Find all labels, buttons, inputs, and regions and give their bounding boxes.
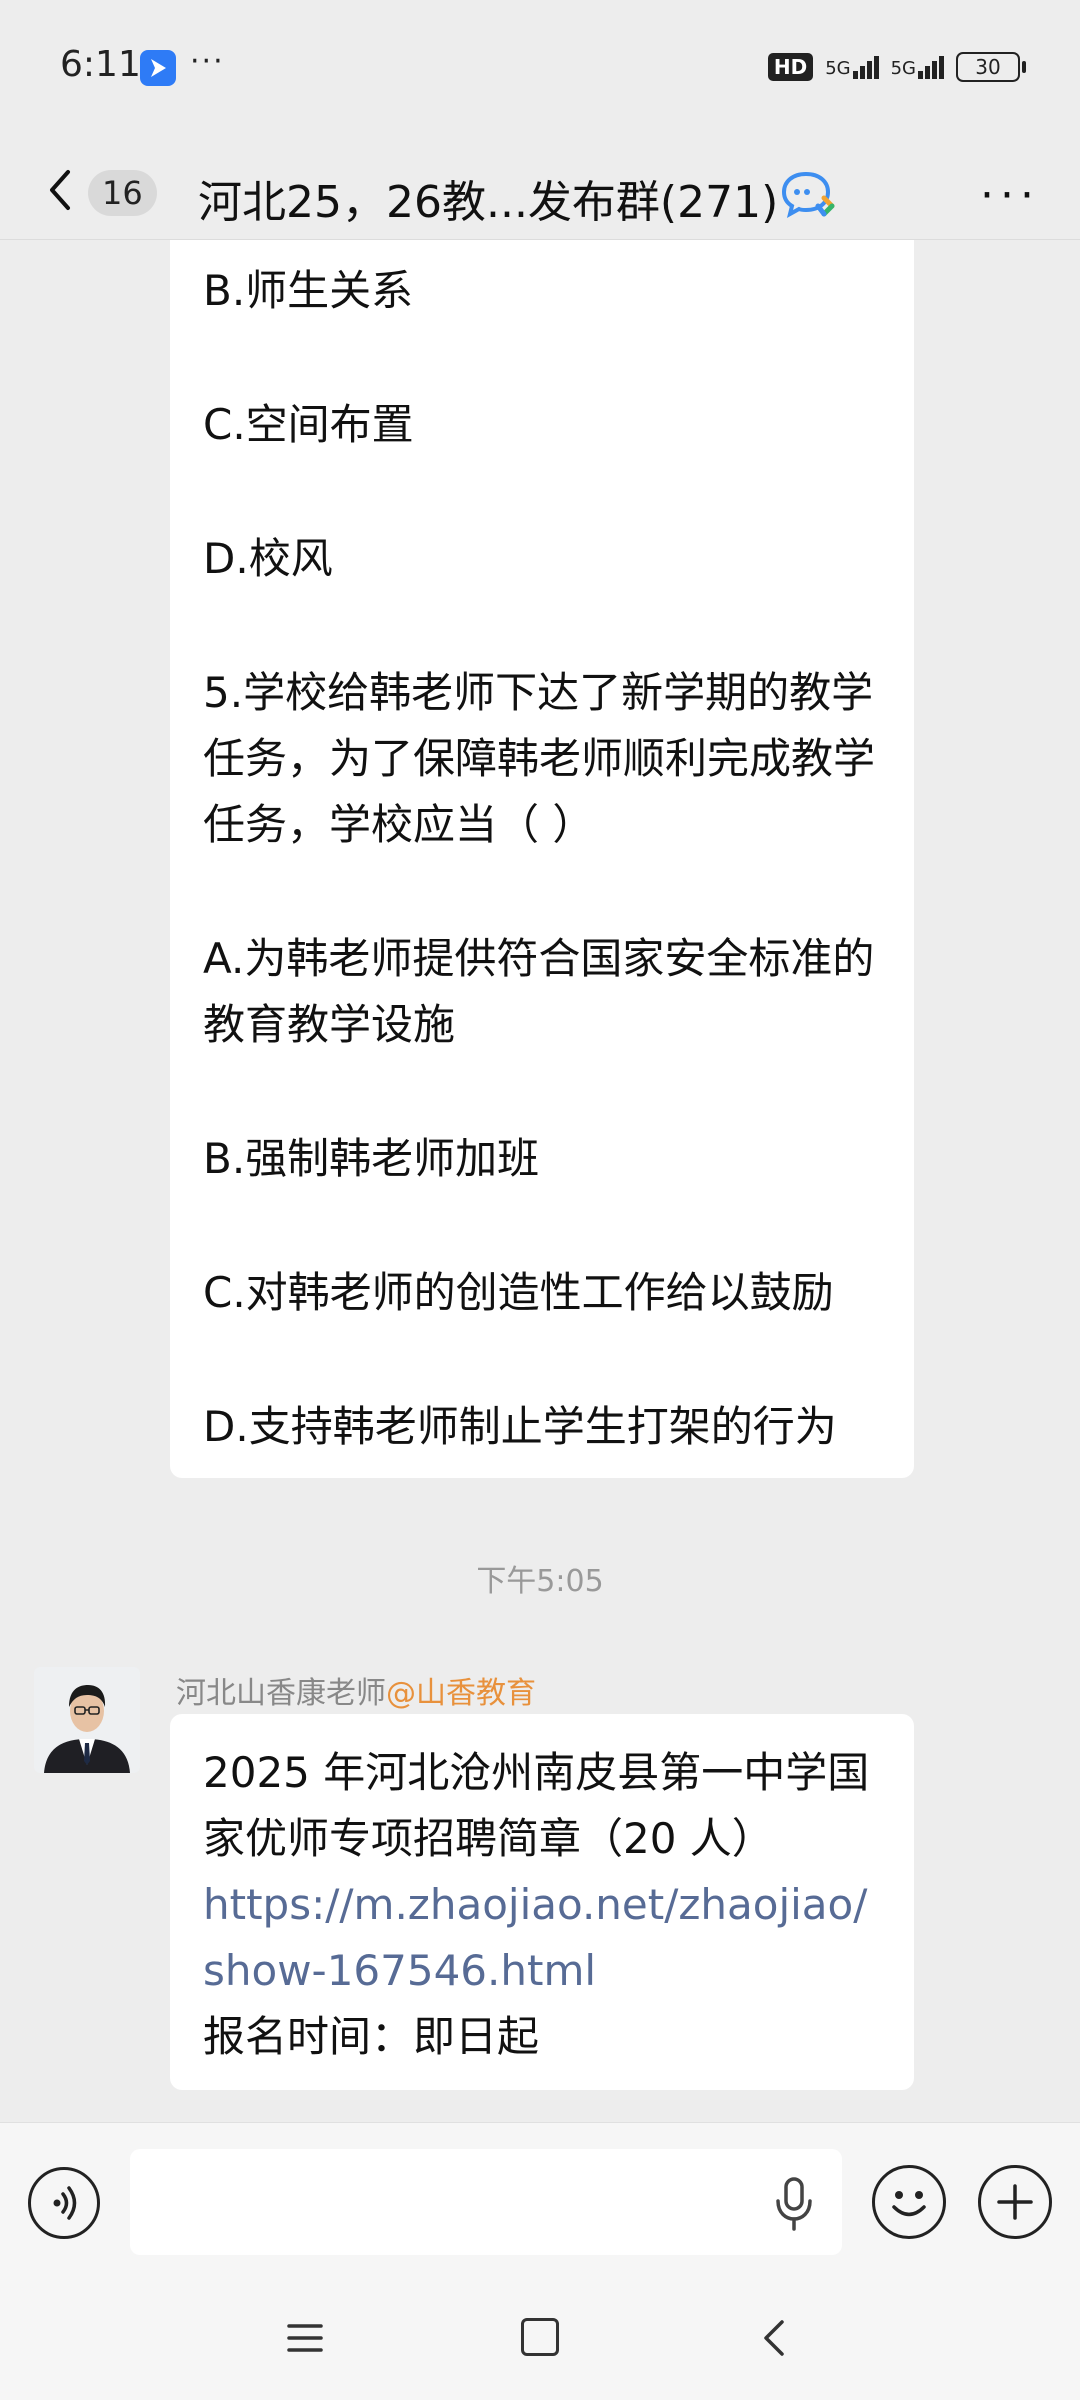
hd-voice-badge: HD: [767, 53, 814, 81]
recruitment-message-bubble[interactable]: 2025 年河北沧州南皮县第一中学国家优师专项招聘简章（20 人） https:…: [170, 1714, 914, 2090]
home-icon[interactable]: [521, 2318, 559, 2356]
chat-title[interactable]: 河北25，26教...发布群(271): [198, 166, 778, 230]
quiz-option: B.强制韩老师加班: [203, 1134, 540, 1183]
status-more-dots: ···: [190, 44, 225, 79]
status-bar: 6:11 ··· HD 5G 5G 30: [0, 0, 1080, 140]
message-link[interactable]: https://m.zhaojiao.net/zhaojiao/show-167…: [203, 1872, 882, 2004]
message-timestamp: 下午5:05: [476, 1564, 604, 1599]
signal-2-icon: 5G: [890, 55, 944, 79]
system-nav-bar: [0, 2278, 1080, 2400]
sender-name[interactable]: 河北山香康老师@山香教育: [176, 1668, 536, 1712]
chevron-left-icon[interactable]: [40, 160, 80, 220]
menu-icon[interactable]: [285, 2318, 325, 2358]
plus-icon[interactable]: [978, 2165, 1052, 2239]
sender-organization: @山香教育: [386, 1676, 536, 1711]
status-indicators: HD 5G 5G 30: [767, 52, 1026, 82]
quiz-line: B.师生关系: [203, 266, 414, 315]
sender-nickname: 河北山香康老师: [176, 1676, 386, 1711]
more-options-icon[interactable]: ···: [980, 170, 1040, 221]
input-bar: [0, 2122, 1080, 2279]
message-text: 2025 年河北沧州南皮县第一中学国家优师专项招聘简章（20 人）: [203, 1748, 870, 1863]
unread-count-badge[interactable]: 16: [88, 170, 157, 216]
quiz-question: 5.学校给韩老师下达了新学期的教学任务，为了保障韩老师顺利完成教学任务，学校应当…: [203, 668, 876, 849]
chat-header: 16 河北25，26教...发布群(271) ···: [0, 140, 1080, 240]
voice-input-icon[interactable]: [28, 2167, 100, 2239]
quiz-option: C.对韩老师的创造性工作给以鼓励: [203, 1268, 834, 1317]
network-type-1: 5G: [825, 57, 851, 79]
microphone-icon[interactable]: [770, 2175, 818, 2231]
avatar[interactable]: [34, 1667, 140, 1773]
network-type-2: 5G: [890, 57, 916, 79]
message-input[interactable]: [130, 2149, 842, 2255]
back-icon[interactable]: [758, 2316, 788, 2360]
emoji-icon[interactable]: [872, 2165, 946, 2239]
battery-icon: 30: [956, 52, 1026, 82]
navigation-arrow-icon: [140, 50, 176, 86]
quiz-line: D.校风: [203, 534, 333, 583]
quiz-option: A.为韩老师提供符合国家安全标准的教育教学设施: [203, 934, 875, 1049]
quiz-option: D.支持韩老师制止学生打架的行为: [203, 1402, 837, 1451]
message-text: 报名时间：即日起: [203, 2012, 540, 2061]
quiz-line: C.空间布置: [203, 400, 414, 449]
quiz-message-bubble[interactable]: B.师生关系 C.空间布置 D.校风 5.学校给韩老师下达了新学期的教学任务，为…: [170, 240, 914, 1478]
signal-1-icon: 5G: [825, 55, 879, 79]
status-time: 6:11: [60, 44, 141, 85]
group-chat-icon: [780, 168, 842, 220]
